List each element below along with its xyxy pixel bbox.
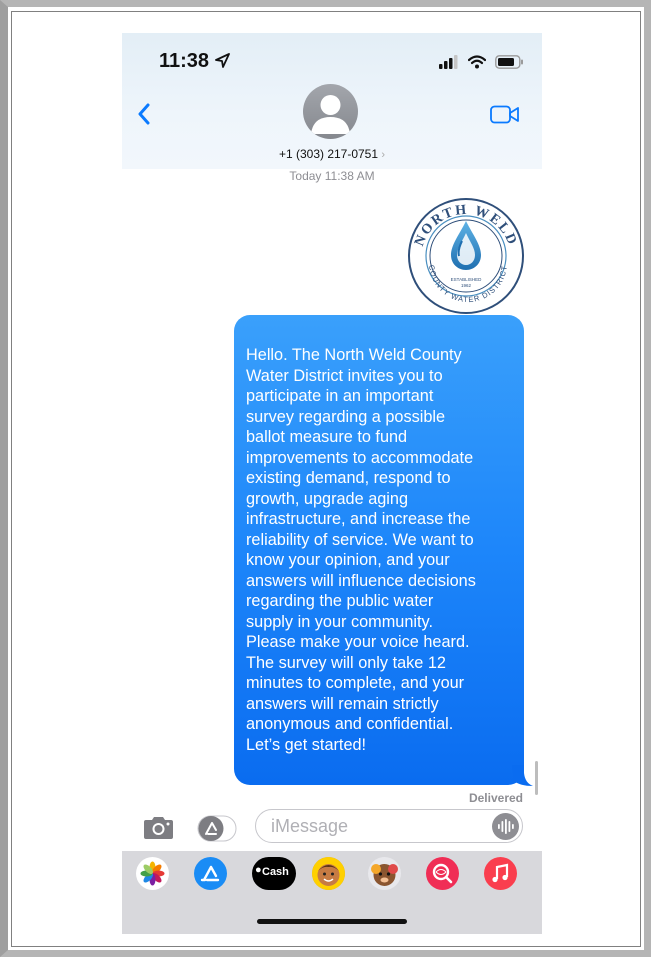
message-line: Water District invites you to	[246, 366, 443, 385]
phone-screen: 11:38 +1 (303) 217-0751 › Today 11:38 AM…	[122, 33, 542, 934]
message-text: Hello. The North Weld County Water Distri…	[246, 345, 515, 755]
message-text-field[interactable]	[269, 815, 483, 838]
app-store-icon[interactable]	[194, 857, 227, 890]
contact-name-button[interactable]: +1 (303) 217-0751 ›	[122, 147, 542, 161]
app-store-drawer-button[interactable]	[197, 814, 237, 847]
animoji-icon[interactable]	[368, 857, 401, 890]
message-line: infrastructure, and increase the	[246, 510, 471, 528]
message-bubble[interactable]: Hello. The North Weld County Water Distri…	[234, 315, 524, 785]
message-line: regarding the public water	[246, 592, 434, 610]
message-line: Please make your voice heard.	[246, 633, 470, 651]
message-line: reliability of service. We want to	[246, 530, 474, 549]
home-indicator[interactable]	[257, 919, 407, 924]
message-timestamp: Today 11:38 AM	[289, 169, 375, 183]
contact-avatar[interactable]	[303, 84, 358, 139]
message-line: supply in your community.	[246, 612, 434, 631]
audio-message-button[interactable]	[492, 813, 519, 845]
music-icon[interactable]	[484, 857, 517, 890]
message-line: ballot measure to fund	[246, 428, 408, 446]
camera-icon	[144, 817, 173, 839]
facetime-video-button[interactable]	[490, 105, 520, 129]
message-line: answers will influence decisions	[246, 571, 476, 590]
message-line: answers will remain strictly	[246, 694, 439, 713]
district-logo-image[interactable]: NORTH WELD COUNTY WATER DISTRICT ESTABLI…	[407, 197, 525, 315]
message-line: growth, upgrade aging	[246, 489, 409, 508]
apple-cash-icon[interactable]: Cash ●	[252, 857, 296, 890]
camera-button[interactable]	[142, 816, 175, 845]
message-line: Hello. The North Weld County	[246, 346, 462, 364]
message-line: existing demand, respond to	[246, 469, 451, 487]
contact-number: +1 (303) 217-0751	[278, 147, 379, 161]
message-line: know your opinion, and your	[246, 551, 450, 569]
scroll-indicator[interactable]	[535, 761, 538, 795]
message-line: Let’s get started!	[246, 735, 367, 754]
message-line: participate in an important	[246, 387, 434, 405]
back-button[interactable]	[137, 103, 151, 130]
location-arrow-icon	[214, 53, 230, 68]
photos-app-icon[interactable]	[136, 857, 169, 890]
logo-established: ESTABLISHED	[451, 277, 482, 282]
app-tray: Cash ●	[122, 851, 542, 934]
message-line: anonymous and confidential.	[246, 715, 454, 733]
battery-icon	[495, 55, 523, 69]
north-weld-logo: NORTH WELD COUNTY WATER DISTRICT ESTABLI…	[408, 198, 524, 314]
logo-year: 1962	[461, 283, 472, 288]
status-icons	[439, 53, 524, 71]
imessage-input[interactable]	[255, 809, 523, 843]
person-silhouette-icon	[311, 95, 350, 134]
web-search-icon[interactable]	[426, 857, 459, 890]
message-line: The survey will only take 12	[246, 653, 446, 672]
waveform-icon	[492, 813, 519, 840]
memoji-icon[interactable]	[312, 857, 345, 890]
wifi-icon	[468, 55, 486, 69]
message-line: minutes to complete, and your	[246, 674, 465, 692]
video-camera-icon	[490, 105, 519, 124]
message-line: survey regarding a possible	[246, 407, 446, 426]
delivery-status: Delivered	[468, 791, 523, 805]
composer-bar	[122, 806, 542, 852]
message-line: improvements to accommodate	[246, 448, 474, 467]
apple-cash-label: Cash	[262, 866, 289, 878]
chevron-right-icon: ›	[381, 149, 386, 161]
conversation-header: 11:38 +1 (303) 217-0751 ›	[122, 33, 542, 169]
app-store-drawer-icon	[197, 815, 237, 842]
chevron-left-icon	[138, 103, 150, 125]
bubble-tail	[512, 765, 533, 786]
cellular-signal-icon	[439, 55, 458, 69]
status-time: 11:38	[159, 50, 230, 73]
